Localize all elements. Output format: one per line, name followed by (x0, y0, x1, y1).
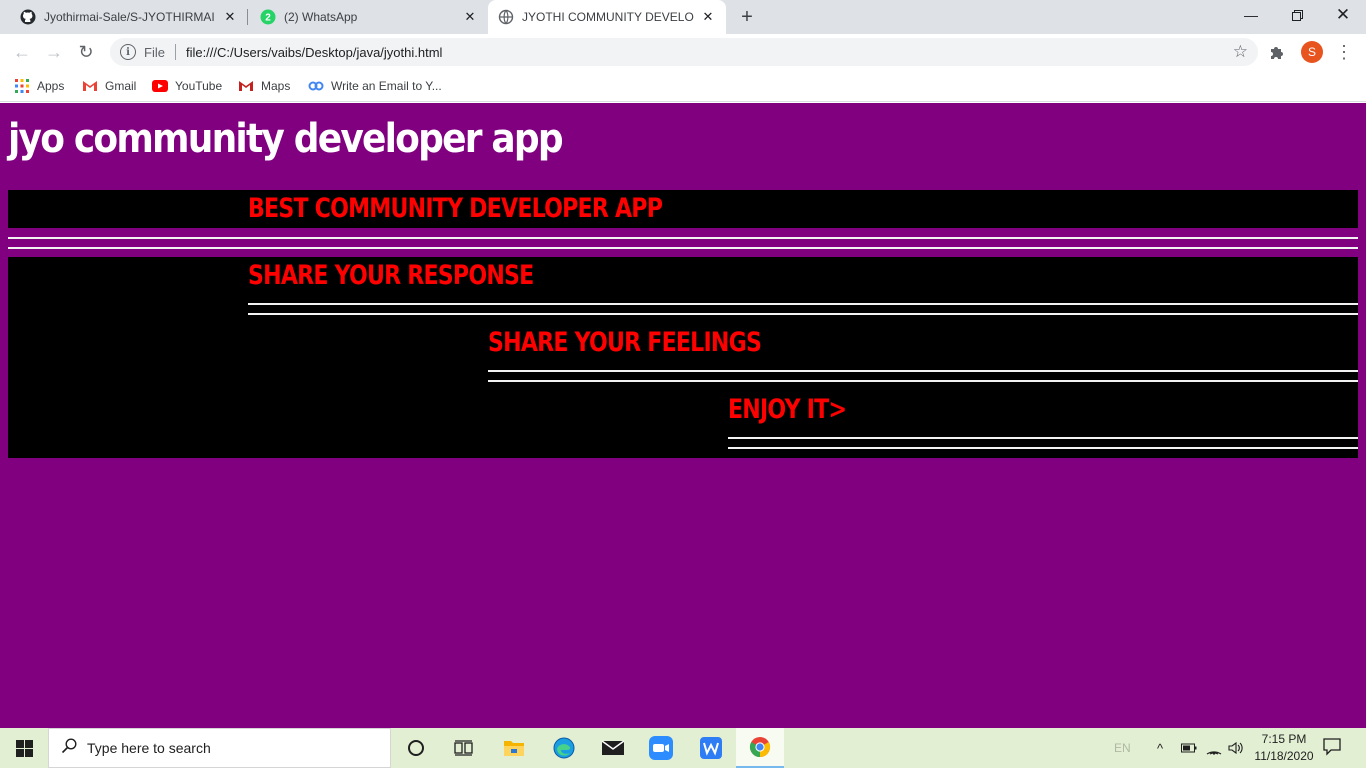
edge-icon[interactable] (540, 728, 588, 768)
windows-taskbar: Type here to search EN ^ 7:15 PM 11/18/2… (0, 728, 1366, 768)
search-icon (61, 737, 77, 759)
item-enjoy-it: ENJOY IT> (728, 394, 847, 425)
forward-button[interactable]: → (40, 38, 68, 66)
close-icon[interactable]: ✕ (222, 9, 238, 25)
horizontal-rule (248, 303, 1358, 315)
wifi-icon[interactable] (1206, 728, 1222, 768)
whatsapp-icon: 2 (260, 9, 276, 25)
minimize-button[interactable]: — (1228, 0, 1274, 30)
content-block: SHARE YOUR RESPONSE SHARE YOUR FEELINGS … (8, 257, 1358, 458)
page-content: jyo community developer app BEST COMMUNI… (0, 103, 1366, 728)
link-icon (308, 78, 324, 94)
page-heading: jyo community developer app (8, 116, 564, 162)
horizontal-rule (728, 437, 1358, 449)
tab-whatsapp[interactable]: 2 (2) WhatsApp ✕ (248, 0, 488, 34)
close-icon[interactable]: ✕ (462, 9, 478, 25)
tab-strip: Jyothirmai-Sale/S-JYOTHIRMAI ✕ 2 (2) Wha… (0, 0, 1366, 34)
globe-icon (498, 9, 514, 25)
restore-icon (1291, 9, 1303, 21)
zoom-icon[interactable] (637, 728, 685, 768)
close-icon[interactable]: ✕ (700, 9, 716, 25)
task-view-icon[interactable] (440, 728, 488, 768)
menu-kebab-icon[interactable]: ⋮ (1335, 40, 1353, 64)
maps-icon (238, 78, 254, 94)
tab-title: (2) WhatsApp (284, 10, 358, 24)
chrome-icon[interactable] (736, 728, 784, 768)
cortana-icon[interactable] (392, 728, 440, 768)
tab-title: JYOTHI COMMUNITY DEVELOPER (522, 10, 694, 24)
youtube-icon (152, 78, 168, 94)
url-text[interactable]: file:///C:/Users/vaibs/Desktop/java/jyot… (186, 45, 442, 60)
whatsapp-badge: 2 (265, 13, 271, 24)
banner: BEST COMMUNITY DEVELOPER APP (8, 190, 1358, 228)
bookmarks-bar: Apps Gmail YouTube Maps Write an Email t… (0, 70, 1366, 102)
browser-toolbar: ← → ↻ i File file:///C:/Users/vaibs/Desk… (0, 34, 1366, 70)
scheme-label: File (144, 44, 165, 60)
gmail-icon (82, 78, 98, 94)
taskbar-clock[interactable]: 7:15 PM 11/18/2020 (1246, 731, 1322, 765)
file-explorer-icon[interactable] (490, 728, 538, 768)
profile-avatar[interactable]: S (1301, 41, 1323, 63)
bookmark-star-icon[interactable]: ☆ (1233, 42, 1248, 62)
back-button[interactable]: ← (8, 38, 36, 66)
bookmark-label: Write an Email to Y... (331, 79, 442, 93)
bookmark-label: Apps (37, 79, 65, 93)
info-icon[interactable]: i (120, 44, 136, 60)
horizontal-rule (488, 370, 1358, 382)
start-button[interactable] (0, 728, 48, 768)
extensions-puzzle-icon[interactable] (1268, 43, 1288, 63)
bookmark-label: YouTube (175, 79, 223, 93)
bookmark-gmail[interactable]: Gmail (82, 76, 136, 96)
volume-icon[interactable] (1228, 728, 1244, 768)
notification-icon[interactable] (1322, 736, 1346, 760)
address-bar[interactable]: i File file:///C:/Users/vaibs/Desktop/ja… (110, 38, 1258, 66)
close-window-button[interactable]: ✕ (1320, 0, 1366, 30)
item-share-feelings: SHARE YOUR FEELINGS (488, 327, 762, 358)
bookmark-label: Maps (261, 79, 291, 93)
bookmark-write-email[interactable]: Write an Email to Y... (308, 76, 442, 96)
item-share-response: SHARE YOUR RESPONSE (248, 260, 534, 291)
tab-jyothi[interactable]: JYOTHI COMMUNITY DEVELOPER ✕ (488, 0, 726, 34)
clock-date: 11/18/2020 (1254, 749, 1314, 763)
chevron-up-icon[interactable]: ^ (1157, 728, 1163, 768)
new-tab-button[interactable]: + (734, 5, 760, 29)
restore-button[interactable] (1274, 0, 1320, 30)
bookmark-maps[interactable]: Maps (238, 76, 290, 96)
mail-icon[interactable] (589, 728, 637, 768)
horizontal-rule (8, 237, 1358, 249)
divider (174, 44, 176, 60)
tab-title: Jyothirmai-Sale/S-JYOTHIRMAI (44, 10, 215, 24)
battery-icon[interactable] (1181, 728, 1197, 768)
tab-github[interactable]: Jyothirmai-Sale/S-JYOTHIRMAI ✕ (0, 0, 248, 34)
apps-grid-icon (14, 78, 30, 94)
bookmark-label: Gmail (105, 79, 137, 93)
windows-logo-icon (15, 739, 33, 757)
bookmark-youtube[interactable]: YouTube (152, 76, 222, 96)
banner-text: BEST COMMUNITY DEVELOPER APP (248, 193, 663, 224)
taskbar-search-box[interactable]: Type here to search (48, 728, 391, 768)
github-icon (20, 9, 36, 25)
search-placeholder: Type here to search (87, 740, 211, 756)
clock-time: 7:15 PM (1261, 732, 1307, 746)
language-indicator[interactable]: EN (1114, 728, 1131, 768)
bookmark-apps[interactable]: Apps (14, 76, 64, 96)
reload-button[interactable]: ↻ (72, 38, 100, 66)
wps-icon[interactable] (687, 728, 735, 768)
